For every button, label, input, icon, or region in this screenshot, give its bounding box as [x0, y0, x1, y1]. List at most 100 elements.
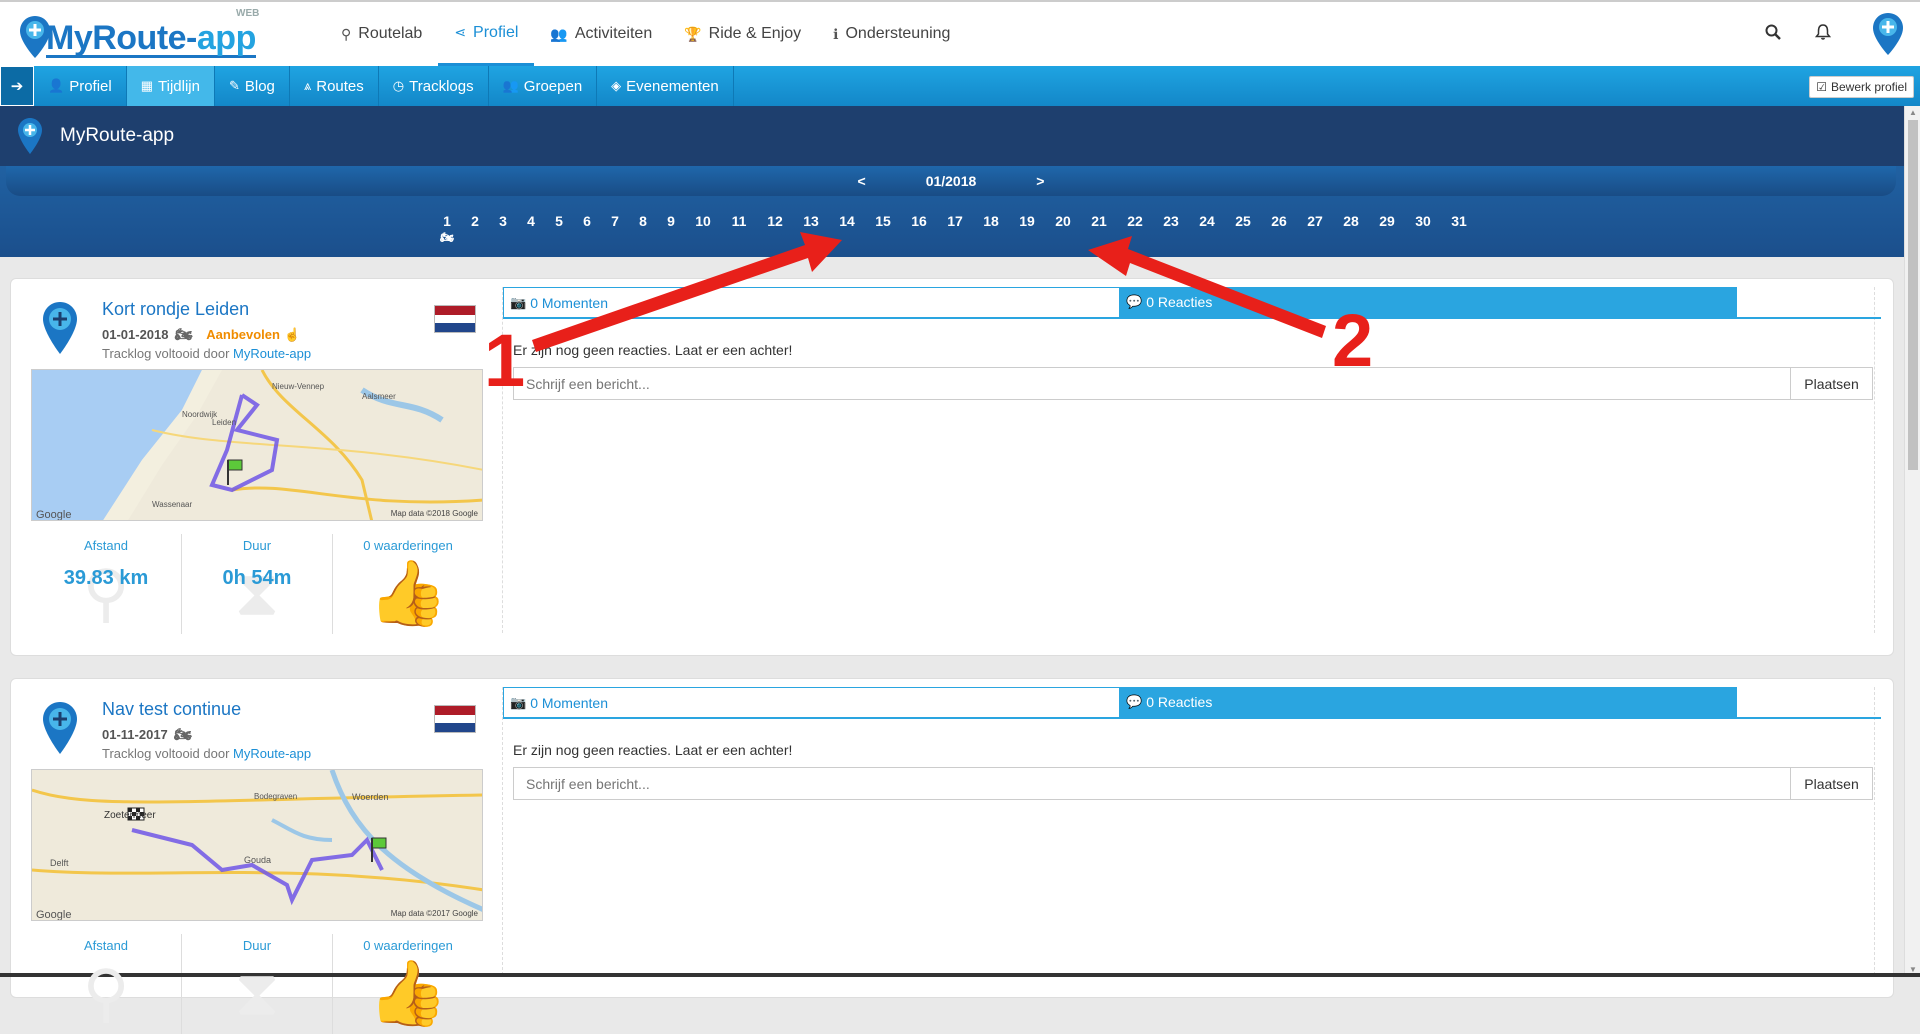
netherlands-flag-icon: [434, 305, 476, 333]
tab-label: 0 Reacties: [1146, 294, 1213, 310]
calendar-day[interactable]: 15: [865, 213, 901, 229]
route-map[interactable]: Google Map data ©2017 Google Zoetermeer …: [31, 769, 483, 921]
map-place-label: Wassenaar: [152, 500, 193, 509]
calendar-day[interactable]: 26: [1261, 213, 1297, 229]
annotation-label-1: 1: [484, 319, 526, 402]
nav-ondersteuning[interactable]: ℹ Ondersteuning: [817, 2, 966, 66]
post-comment-button[interactable]: Plaatsen: [1791, 767, 1873, 800]
nav-ride-enjoy[interactable]: 🏆 Ride & Enjoy: [668, 2, 817, 66]
calendar-icon: ▦: [140, 78, 154, 93]
calendar-day[interactable]: 24: [1189, 213, 1225, 229]
calendar-day[interactable]: 20: [1045, 213, 1081, 229]
edit-profile-button[interactable]: ☑ Bewerk profiel: [1809, 76, 1914, 98]
calendar-day[interactable]: 10: [685, 213, 721, 229]
author-link[interactable]: MyRoute-app: [233, 746, 311, 761]
author-prefix: Tracklog voltooid door: [102, 746, 230, 761]
subnav-label: Tracklogs: [409, 77, 474, 95]
tracklog-pin-icon: [43, 302, 77, 354]
month-label: 01/2018: [925, 173, 977, 189]
scroll-up-arrow-icon[interactable]: ▲: [1908, 108, 1918, 118]
nav-profiel[interactable]: ⋖ Profiel: [438, 2, 535, 66]
calendar-day[interactable]: 11: [721, 213, 757, 229]
comment-form: Plaatsen: [513, 767, 1873, 800]
calendar-day[interactable]: 29: [1369, 213, 1405, 229]
subnav-profiel[interactable]: 👤 Profiel: [34, 66, 127, 106]
bell-icon[interactable]: [1798, 23, 1848, 45]
calendar-day[interactable]: 12: [757, 213, 793, 229]
calendar-day[interactable]: 23: [1153, 213, 1189, 229]
map-place-label: Zoetermeer: [104, 810, 156, 821]
calendar-day[interactable]: 21: [1081, 213, 1117, 229]
comment-input[interactable]: [513, 367, 1791, 400]
calendar-day[interactable]: 19: [1009, 213, 1045, 229]
calendar-day[interactable]: 1 🏍: [433, 213, 461, 244]
map-place-label: Nieuw-Vennep: [272, 382, 325, 391]
nav-activiteiten[interactable]: 👥 Activiteiten: [534, 2, 668, 66]
calendar-day[interactable]: 2: [461, 213, 489, 229]
calendar-day[interactable]: 17: [937, 213, 973, 229]
edit-profile-label: Bewerk profiel: [1830, 80, 1907, 94]
nav-routelab[interactable]: ⚲ Routelab: [325, 2, 438, 66]
calendar-day[interactable]: 4: [517, 213, 545, 229]
map-marker-icon: ⚲: [341, 25, 352, 42]
logo-web-badge: WEB: [236, 8, 260, 19]
author-link[interactable]: MyRoute-app: [233, 346, 311, 361]
tracklog-stats: ⚲ Afstand 39.83 km ⧗ Duur 0h 54m 👍 0 waa…: [31, 534, 483, 634]
calendar-day[interactable]: 8: [629, 213, 657, 229]
subnav-blog[interactable]: ✎ Blog: [215, 66, 290, 106]
calendar-day[interactable]: 28: [1333, 213, 1369, 229]
calendar-day[interactable]: 31: [1441, 213, 1477, 229]
info-icon: ℹ: [833, 25, 839, 42]
calendar-day[interactable]: 13: [793, 213, 829, 229]
calendar-day[interactable]: 3: [489, 213, 517, 229]
subnav-tijdlijn[interactable]: ▦ Tijdlijn: [126, 66, 215, 106]
calendar-day[interactable]: 14: [829, 213, 865, 229]
hourglass-icon: ⧗: [234, 957, 280, 1029]
next-month-button[interactable]: >: [986, 173, 1094, 189]
tracklog-meta: 01-11-2017 🏍: [102, 726, 192, 743]
stat-label[interactable]: 0 waarderingen: [333, 938, 483, 953]
stat-label[interactable]: 0 waarderingen: [333, 538, 483, 553]
calendar-day[interactable]: 7: [601, 213, 629, 229]
comment-icon: 💬: [1126, 294, 1143, 309]
subnav-routes[interactable]: ⩓ Routes: [290, 66, 379, 106]
calendar-day[interactable]: 16: [901, 213, 937, 229]
comment-input[interactable]: [513, 767, 1791, 800]
myroute-logo[interactable]: MyRoute-app: [18, 12, 256, 60]
route-map[interactable]: Google Map data ©2018 Google Leiden Nieu…: [31, 369, 483, 521]
calendar-day[interactable]: 6: [573, 213, 601, 229]
post-comment-button[interactable]: Plaatsen: [1791, 367, 1873, 400]
subnav-label: Blog: [244, 77, 275, 95]
tracklog-summary: Kort rondje Leiden 01-01-2018 🏍 Aanbevol…: [11, 279, 501, 655]
tab-reacties[interactable]: 💬 0 Reacties: [1120, 687, 1737, 717]
tracklog-title[interactable]: Kort rondje Leiden: [102, 299, 249, 320]
prev-month-button[interactable]: <: [808, 173, 916, 189]
tab-momenten[interactable]: 📷 0 Momenten: [503, 687, 1120, 717]
tracklog-social: 📷 0 Momenten 💬 0 Reacties Er zijn nog geen…: [502, 687, 1881, 975]
calendar-day[interactable]: 30: [1405, 213, 1441, 229]
sidebar-toggle-arrow-icon[interactable]: ➔: [0, 66, 34, 106]
tracklog-author: Tracklog voltooid door MyRoute-app: [102, 346, 311, 361]
tab-reacties[interactable]: 💬 0 Reacties: [1120, 287, 1737, 317]
tracklog-title[interactable]: Nav test continue: [102, 699, 241, 720]
map-place-label: Leiden: [212, 418, 237, 427]
avatar[interactable]: [1870, 11, 1906, 57]
calendar-day[interactable]: 27: [1297, 213, 1333, 229]
calendar-day[interactable]: 5: [545, 213, 573, 229]
profile-header: MyRoute-app: [0, 106, 1904, 166]
calendar-day[interactable]: 25: [1225, 213, 1261, 229]
tab-momenten[interactable]: 📷 0 Momenten: [503, 287, 1120, 317]
scroll-thumb[interactable]: [1908, 120, 1918, 470]
motorcycle-icon[interactable]: 🏍: [440, 231, 454, 244]
calendar-day[interactable]: 22: [1117, 213, 1153, 229]
stat-ratings[interactable]: 👍 0 waarderingen: [333, 934, 483, 1034]
tracklog-summary: Nav test continue 01-11-2017 🏍 Tracklog …: [11, 679, 501, 1034]
subnav-groepen[interactable]: 👥 Groepen: [489, 66, 598, 106]
calendar-day[interactable]: 9: [657, 213, 685, 229]
search-icon[interactable]: [1748, 24, 1798, 45]
page-scrollbar[interactable]: ▲ ▼: [1904, 106, 1920, 977]
calendar-day[interactable]: 18: [973, 213, 1009, 229]
subnav-tracklogs[interactable]: ◷ Tracklogs: [379, 66, 489, 106]
subnav-evenementen[interactable]: ◈ Evenementen: [597, 66, 734, 106]
stat-ratings[interactable]: 👍 0 waarderingen: [333, 534, 483, 634]
